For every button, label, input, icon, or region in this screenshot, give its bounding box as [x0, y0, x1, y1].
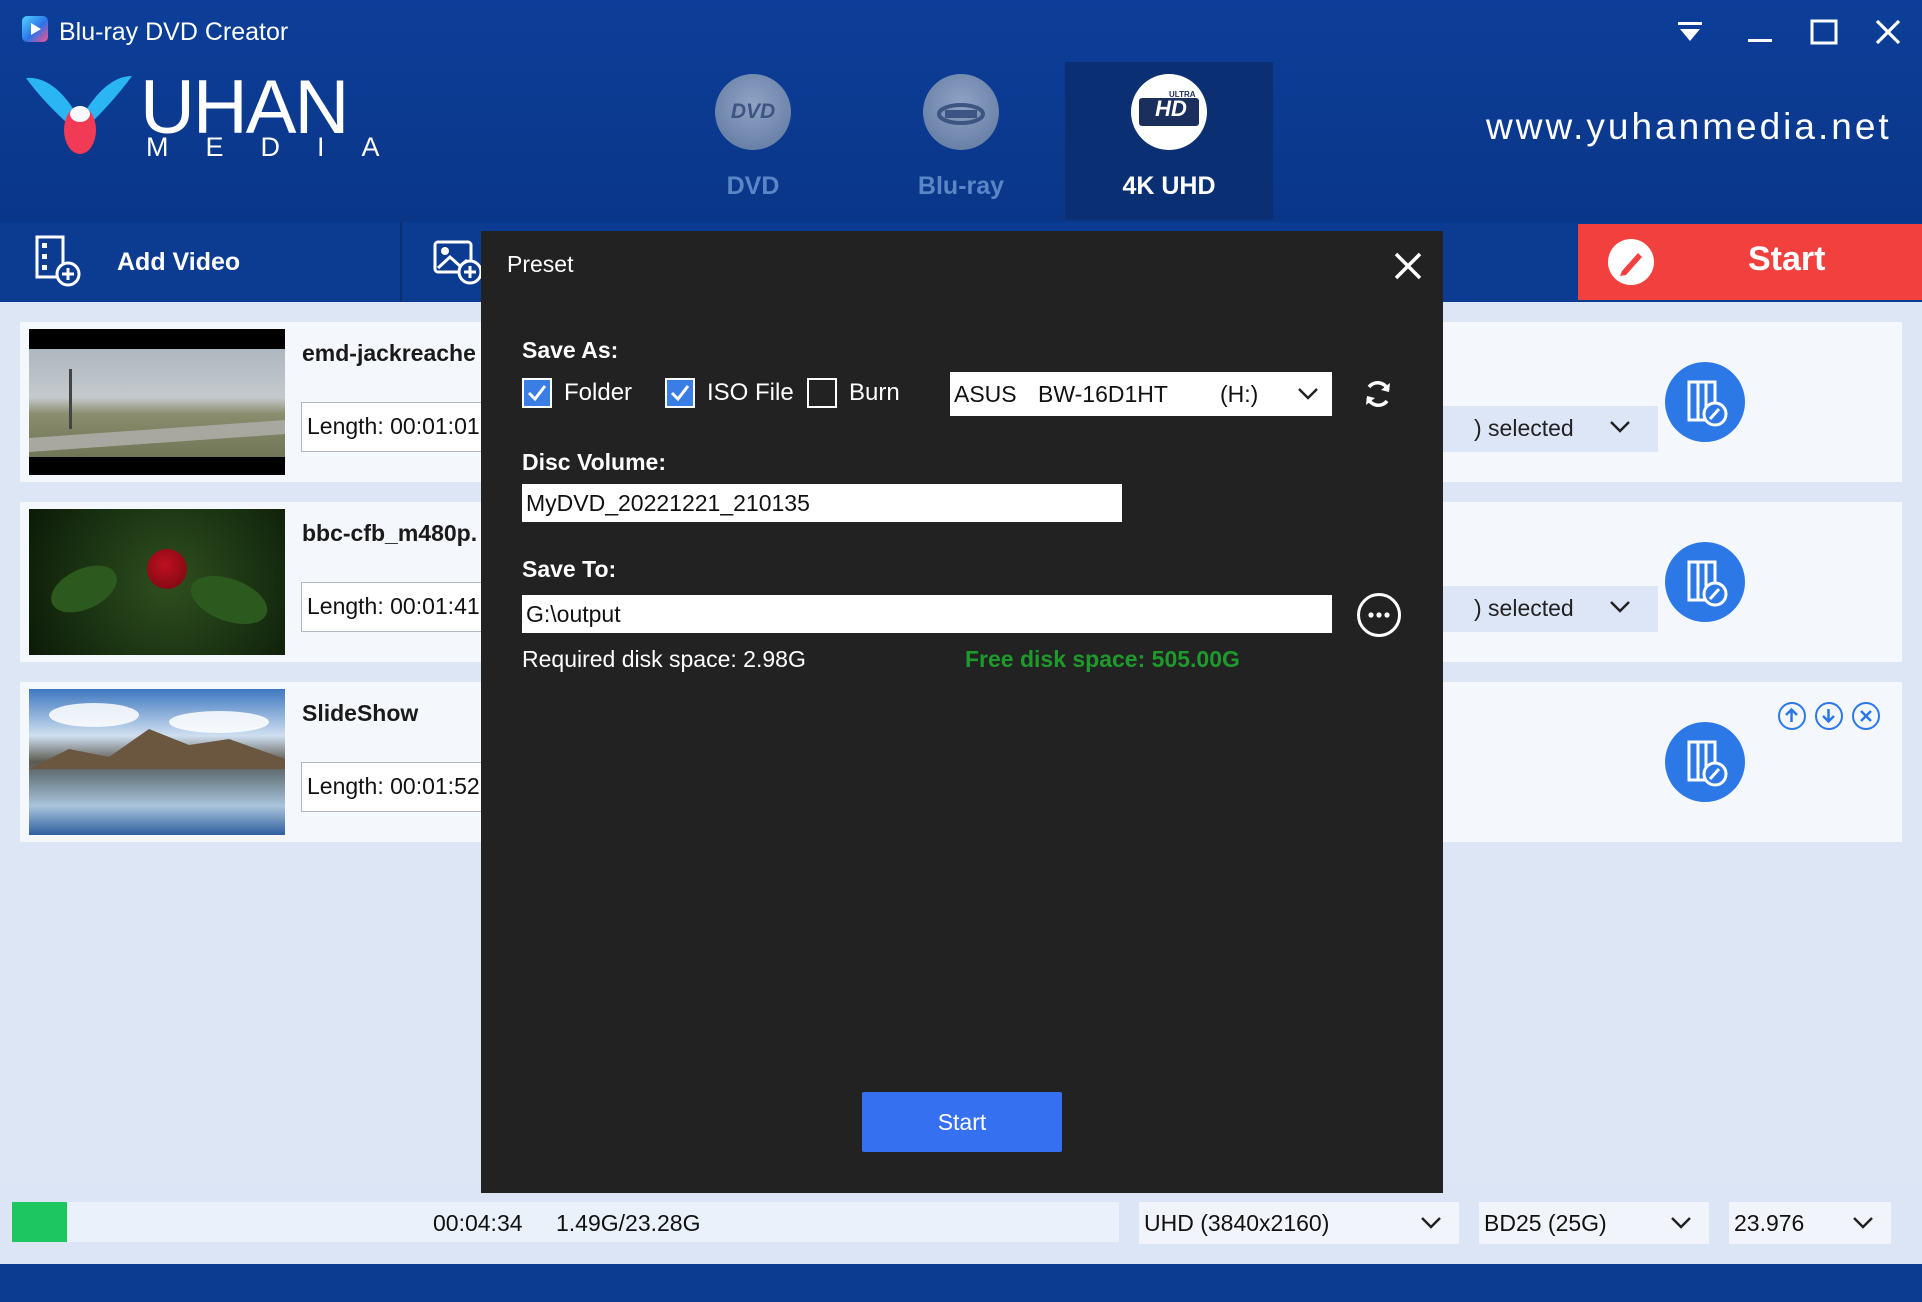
disc-volume-input[interactable]: [522, 484, 1122, 522]
video-name: bbc-cfb_m480p.: [302, 520, 478, 546]
close-icon: [1394, 252, 1422, 280]
video-name: SlideShow: [302, 700, 419, 726]
chevron-down-icon: [1610, 421, 1630, 433]
app-header: Blu-ray DVD Creator UHAN MEDIA DVD DVD B…: [0, 0, 1922, 222]
add-video-button[interactable]: Add Video: [0, 222, 400, 302]
burn-icon: [1608, 239, 1654, 285]
app-icon: [22, 16, 48, 42]
required-disk-space: Required disk space: 2.98G: [522, 646, 806, 672]
start-label: Start: [1748, 240, 1826, 278]
add-video-label: Add Video: [117, 248, 241, 276]
remove-item-button[interactable]: [1852, 702, 1880, 730]
refresh-icon: [1366, 381, 1390, 407]
framerate-select[interactable]: 23.976: [1729, 1202, 1891, 1244]
video-thumbnail: [29, 329, 285, 475]
drive-brand: ASUS: [954, 381, 1017, 407]
video-thumbnail: [29, 689, 285, 835]
edit-video-button[interactable]: [1665, 542, 1745, 622]
chevron-down-icon: [1298, 388, 1318, 400]
subtitle-select[interactable]: ) selected: [1440, 406, 1658, 452]
tab-label: 4K UHD: [1122, 172, 1216, 200]
checkmark-icon: [527, 385, 547, 402]
move-down-button[interactable]: [1815, 702, 1843, 730]
framerate-value: 23.976: [1734, 1210, 1805, 1236]
edit-video-button[interactable]: [1665, 362, 1745, 442]
edit-icon: [1687, 380, 1728, 427]
maximize-icon[interactable]: [1798, 10, 1850, 54]
dialog-start-button[interactable]: Start: [862, 1092, 1062, 1152]
checkmark-icon: [670, 385, 690, 402]
start-button[interactable]: Start: [1578, 224, 1922, 300]
status-bar: 00:04:34 1.49G/23.28G UHD (3840x2160) BD…: [0, 1184, 1922, 1264]
dropdown-menu-icon[interactable]: [1664, 10, 1716, 54]
bluray-disc-icon: [923, 74, 999, 150]
move-up-button[interactable]: [1778, 702, 1806, 730]
disc-type-select[interactable]: BD25 (25G): [1479, 1202, 1709, 1244]
video-name: emd-jackreache: [302, 340, 476, 366]
save-to-label: Save To:: [522, 556, 617, 582]
preset-dialog: Preset Save As: Folder ISO File Burn ASU…: [481, 231, 1443, 1193]
edit-icon: [1687, 560, 1728, 607]
yuhan-logo: UHAN MEDIA: [22, 70, 380, 170]
website-url: www.yuhanmedia.net: [1486, 106, 1892, 147]
subtitle-select-value: ) selected: [1474, 595, 1574, 621]
browse-folder-button[interactable]: [1357, 593, 1401, 637]
ultra-hd-disc-icon: HD ULTRA: [1131, 74, 1207, 150]
folder-label: Folder: [564, 379, 633, 406]
chevron-down-icon: [1610, 601, 1630, 613]
tab-label: DVD: [726, 172, 780, 200]
iso-file-label: ISO File: [707, 379, 794, 406]
add-image-icon: [433, 240, 483, 285]
progress-fill: [12, 1202, 68, 1242]
drive-letter: (H:): [1220, 381, 1259, 407]
save-to-path-input[interactable]: [522, 595, 1332, 633]
burn-label: Burn: [849, 379, 900, 406]
tab-dvd[interactable]: DVD DVD: [649, 62, 857, 220]
size-usage: 1.49G/23.28G: [556, 1210, 701, 1236]
resolution-select[interactable]: UHD (3840x2160): [1139, 1202, 1459, 1244]
add-video-icon: [35, 235, 81, 287]
edit-video-button[interactable]: [1665, 722, 1745, 802]
burn-checkbox[interactable]: [807, 378, 837, 408]
subtitle-select[interactable]: ) selected: [1440, 586, 1658, 632]
chevron-down-icon: [1421, 1217, 1441, 1229]
free-disk-space: Free disk space: 505.00G: [965, 646, 1240, 672]
dialog-title: Preset: [507, 251, 574, 277]
tab-bluray[interactable]: Blu-ray: [857, 62, 1065, 220]
logo-subtext: MEDIA: [146, 132, 417, 162]
arrow-up-icon: [1785, 707, 1798, 722]
save-as-label: Save As:: [522, 337, 619, 363]
total-duration: 00:04:34: [433, 1210, 523, 1236]
tab-4k-uhd[interactable]: HD ULTRA 4K UHD: [1065, 62, 1273, 220]
minimize-icon[interactable]: [1734, 10, 1786, 54]
app-title: Blu-ray DVD Creator: [59, 18, 289, 46]
folder-checkbox[interactable]: [522, 378, 552, 408]
close-icon[interactable]: [1862, 10, 1914, 54]
chevron-down-icon: [1853, 1217, 1873, 1229]
edit-icon: [1687, 740, 1728, 787]
arrow-down-icon: [1822, 709, 1835, 724]
close-icon: [1860, 710, 1872, 722]
disc-type-value: BD25 (25G): [1484, 1210, 1607, 1236]
chevron-down-icon: [1671, 1217, 1691, 1229]
iso-file-checkbox[interactable]: [665, 378, 695, 408]
burner-drive-select[interactable]: ASUS BW-16D1HT (H:): [950, 372, 1332, 416]
dvd-disc-icon: DVD: [715, 74, 791, 150]
bottom-strip: [0, 1264, 1922, 1302]
resolution-value: UHD (3840x2160): [1144, 1210, 1330, 1236]
subtitle-select-value: ) selected: [1474, 415, 1574, 441]
video-thumbnail: [29, 509, 285, 655]
disc-volume-label: Disc Volume:: [522, 449, 666, 475]
drive-model: BW-16D1HT: [1038, 381, 1168, 407]
more-icon: [1368, 612, 1390, 618]
refresh-drives-button[interactable]: [1361, 377, 1395, 411]
dialog-close-button[interactable]: [1390, 248, 1426, 284]
disc-capacity-progress: 00:04:34 1.49G/23.28G: [12, 1202, 1119, 1242]
tab-label: Blu-ray: [917, 172, 1005, 200]
